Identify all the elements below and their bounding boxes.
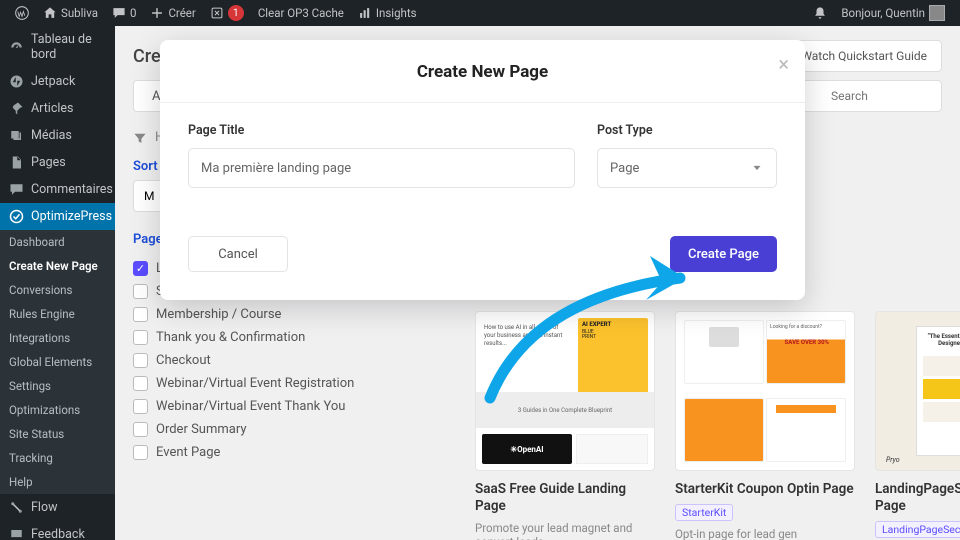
create-page-button[interactable]: Create Page (670, 236, 777, 272)
create-page-modal: × Create New Page Page Title Post Type P… (160, 40, 805, 300)
modal-title: Create New Page (188, 62, 777, 82)
cancel-button[interactable]: Cancel (188, 236, 288, 272)
post-type-label: Post Type (597, 123, 777, 138)
post-type-select[interactable]: Page (597, 148, 777, 188)
close-icon[interactable]: × (778, 52, 789, 76)
page-title-label: Page Title (188, 123, 575, 138)
page-title-input[interactable] (188, 148, 575, 188)
chevron-down-icon (750, 161, 764, 175)
